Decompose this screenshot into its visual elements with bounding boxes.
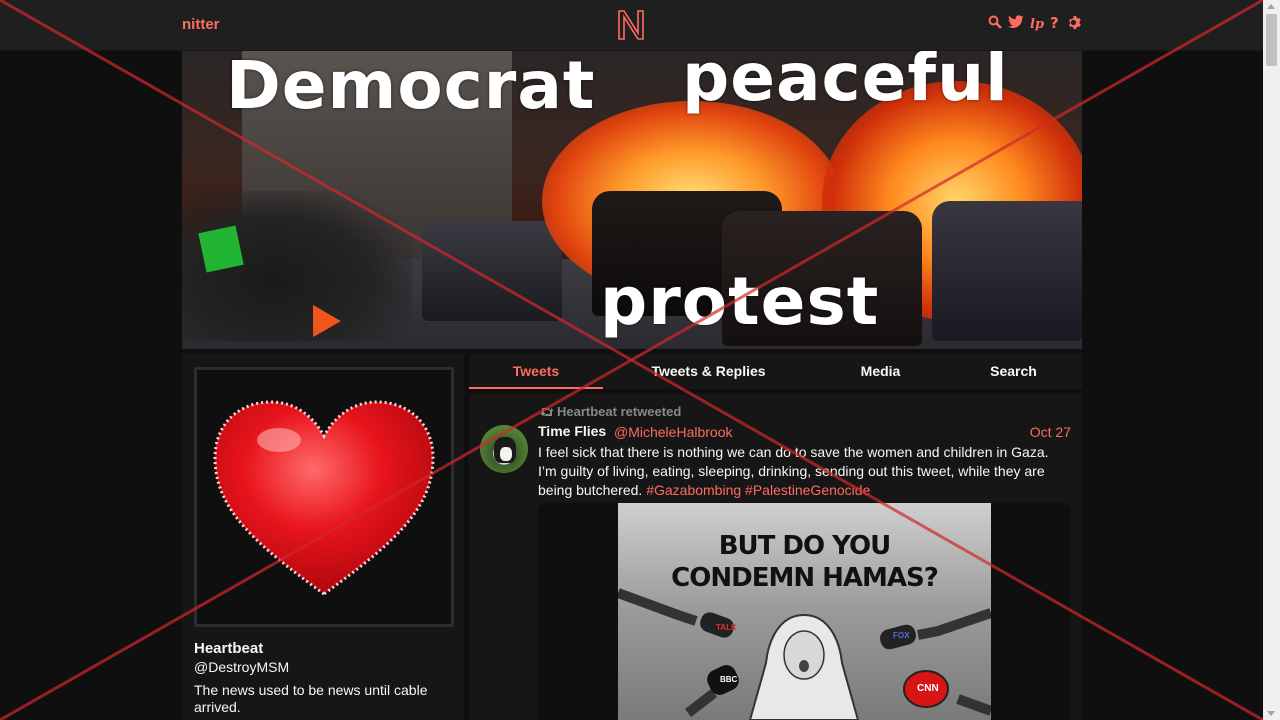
brand-link[interactable]: nitter bbox=[182, 16, 220, 33]
heart-icon bbox=[213, 400, 435, 596]
banner-car bbox=[422, 221, 562, 321]
navbar: nitter lp ? bbox=[0, 0, 1263, 51]
tab-media[interactable]: Media bbox=[829, 354, 932, 389]
scrollbar-thumb[interactable] bbox=[1266, 14, 1277, 66]
profile-fullname[interactable]: Heartbeat bbox=[194, 640, 263, 657]
banner-flag bbox=[198, 225, 244, 273]
svg-text:?: ? bbox=[1050, 15, 1059, 31]
svg-text:lp: lp bbox=[1030, 17, 1044, 31]
mic-label: FOX bbox=[893, 631, 910, 640]
timeline: Heartbeat retweeted Time Flies @MicheleH… bbox=[469, 394, 1082, 720]
tweet-author-name[interactable]: Time Flies bbox=[538, 423, 606, 439]
settings-icon[interactable] bbox=[1066, 15, 1081, 33]
avatar-dog-patch bbox=[500, 447, 512, 461]
banner-car bbox=[932, 201, 1082, 341]
mic-label: TALK bbox=[716, 623, 737, 632]
nav-icons: lp ? bbox=[988, 14, 1081, 33]
tweet-media-image: BUT DO YOU CONDEMN HAMAS? TALK FOX BBC C… bbox=[618, 503, 991, 720]
tweet-author-handle[interactable]: @MicheleHalbrook bbox=[614, 424, 732, 440]
tab-tweets[interactable]: Tweets bbox=[469, 354, 603, 389]
retweet-icon bbox=[540, 408, 553, 416]
banner-word: peaceful bbox=[682, 51, 1009, 116]
profile-username[interactable]: @DestroyMSM bbox=[194, 659, 289, 675]
mic-label: CNN bbox=[917, 683, 939, 694]
tweet-content: I feel sick that there is nothing we can… bbox=[538, 443, 1058, 500]
search-icon[interactable] bbox=[988, 15, 1002, 33]
tweet-avatar[interactable] bbox=[480, 425, 528, 473]
twitter-icon[interactable] bbox=[1008, 15, 1024, 33]
profile-bio: The news used to be news until cable arr… bbox=[194, 682, 428, 715]
retweet-header: Heartbeat retweeted bbox=[539, 404, 681, 419]
profile-card: Heartbeat @DestroyMSM The news used to b… bbox=[182, 354, 464, 720]
mic-label: BBC bbox=[720, 675, 738, 684]
page-scrollbar[interactable] bbox=[1263, 0, 1280, 720]
timeline-tabs: Tweets Tweets & Replies Media Search bbox=[469, 354, 1082, 389]
tab-search[interactable]: Search bbox=[962, 354, 1065, 389]
banner-word: protest bbox=[600, 263, 880, 340]
scroll-up-icon[interactable] bbox=[1267, 4, 1275, 9]
tab-tweets-replies[interactable]: Tweets & Replies bbox=[636, 354, 781, 389]
tweet-date[interactable]: Oct 27 bbox=[1030, 424, 1071, 440]
hashtag-link[interactable]: #Gazabombing bbox=[646, 482, 741, 498]
tweet-media[interactable]: BUT DO YOU CONDEMN HAMAS? TALK FOX BBC C… bbox=[538, 503, 1071, 720]
profile-banner[interactable]: Democrat peaceful protest bbox=[182, 51, 1082, 349]
retweet-label: Heartbeat retweeted bbox=[557, 404, 682, 419]
profile-avatar[interactable] bbox=[194, 367, 454, 627]
help-icon[interactable]: ? bbox=[1050, 14, 1060, 33]
lp-icon[interactable]: lp bbox=[1030, 15, 1044, 33]
hashtag-link[interactable]: #PalestineGenocide bbox=[745, 482, 870, 498]
nitter-logo-icon[interactable] bbox=[616, 9, 646, 41]
scroll-down-icon[interactable] bbox=[1267, 711, 1275, 716]
banner-word: Democrat bbox=[226, 51, 596, 124]
